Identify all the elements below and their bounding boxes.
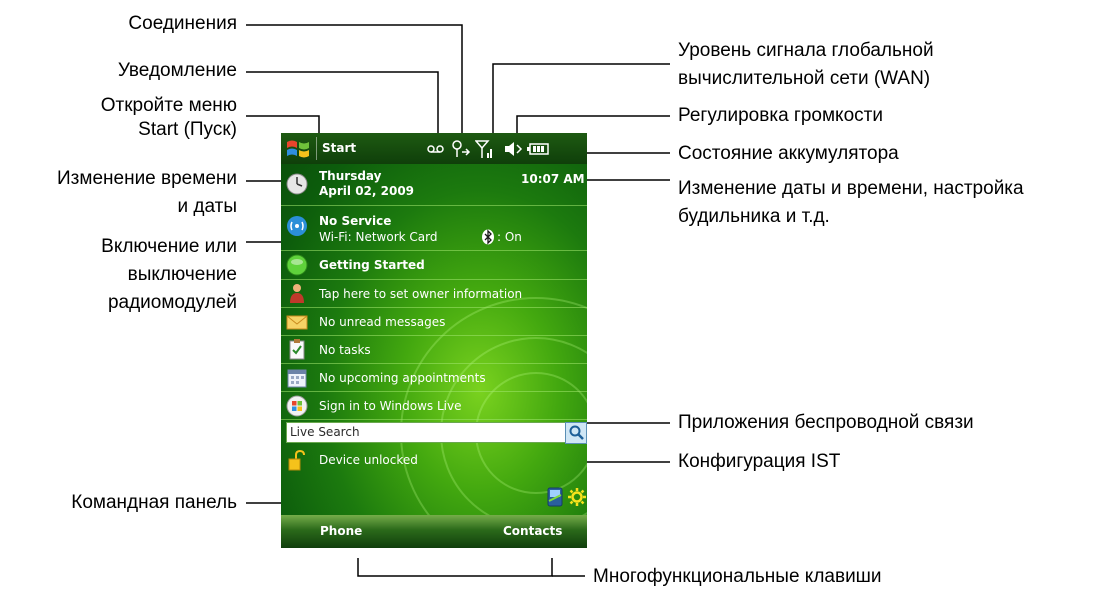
device-screen: Start Thursday April 02, 2009 10:07 AM N… <box>281 133 587 548</box>
owner-icon <box>290 284 304 303</box>
search-button[interactable] <box>565 422 587 444</box>
callout-connections: Соединения <box>128 13 237 34</box>
calendar-icon <box>287 369 307 388</box>
title-bar: Start <box>281 133 587 164</box>
appointments-text: No upcoming appointments <box>319 371 486 385</box>
envelope-icon <box>286 315 308 330</box>
callout-wan-2: вычислительной сети (WAN) <box>678 68 931 89</box>
live-search-placeholder: Live Search <box>290 425 360 439</box>
callout-radio-3: радиомодулей <box>107 292 237 313</box>
globe-icon <box>286 254 308 276</box>
wireless-row[interactable]: No Service Wi-Fi: Network Card : On <box>281 206 587 251</box>
tasks-row[interactable]: No tasks <box>281 336 587 364</box>
service-text: No Service <box>319 214 392 228</box>
owner-text: Tap here to set owner information <box>319 287 523 301</box>
day-text: Thursday <box>319 169 382 183</box>
clock-icon <box>286 173 308 195</box>
callout-notification: Уведомление <box>117 60 237 81</box>
windows-live-text: Sign in to Windows Live <box>319 399 462 413</box>
bluetooth-icon <box>482 229 494 245</box>
callout-battery: Состояние аккумулятора <box>678 143 899 164</box>
callout-wireless-apps: Приложения беспроводной связи <box>678 412 974 433</box>
connectivity-icon[interactable] <box>449 138 471 160</box>
callout-change-time-1: Изменение времени <box>57 168 237 189</box>
messages-text: No unread messages <box>319 315 446 329</box>
windows-live-row[interactable]: Sign in to Windows Live <box>281 392 587 420</box>
callout-date-alarm-2: будильника и т.д. <box>678 206 830 227</box>
date-text: April 02, 2009 <box>319 184 415 198</box>
voicemail-icon[interactable] <box>427 142 445 156</box>
callout-radio-1: Включение или <box>101 236 237 257</box>
signal-icon[interactable] <box>475 138 493 160</box>
callout-change-time-2: и даты <box>177 196 238 217</box>
windows-live-icon <box>286 395 308 417</box>
softkey-phone[interactable]: Phone <box>320 524 362 538</box>
getting-started-row[interactable]: Getting Started <box>281 251 587 280</box>
callout-volume: Регулировка громкости <box>678 105 883 126</box>
wireless-app-icon[interactable] <box>545 486 565 508</box>
bt-status-text: : On <box>497 230 522 244</box>
tasks-text: No tasks <box>319 343 371 357</box>
callout-command-bar: Командная панель <box>71 492 237 513</box>
messages-row[interactable]: No unread messages <box>281 308 587 336</box>
date-time-row[interactable]: Thursday April 02, 2009 10:07 AM <box>281 164 587 206</box>
start-button[interactable]: Start <box>322 141 356 155</box>
battery-icon[interactable] <box>527 142 549 156</box>
owner-row[interactable]: Tap here to set owner information <box>281 280 587 308</box>
device-unlocked-row[interactable]: Device unlocked <box>281 447 587 474</box>
soft-key-bar: Phone Contacts <box>281 515 587 548</box>
getting-started-text: Getting Started <box>319 258 425 272</box>
device-unlocked-text: Device unlocked <box>319 453 418 467</box>
wifi-text: Wi-Fi: Network Card <box>319 230 438 244</box>
gear-icon[interactable] <box>567 487 587 507</box>
time-text[interactable]: 10:07 AM <box>521 172 585 186</box>
tasks-icon <box>289 339 305 360</box>
callout-ist-config: Конфигурация IST <box>678 451 841 472</box>
callout-open-start-1: Откройте меню <box>100 95 237 116</box>
lock-icon <box>288 450 305 471</box>
wireless-icon <box>287 216 307 236</box>
softkey-contacts[interactable]: Contacts <box>503 524 562 538</box>
windows-flag-icon[interactable] <box>285 137 311 161</box>
callout-radio-2: выключение <box>127 264 237 285</box>
callout-wan-1: Уровень сигнала глобальной <box>678 40 934 61</box>
speaker-icon[interactable] <box>503 140 523 158</box>
live-search-input[interactable]: Live Search <box>286 422 566 443</box>
appointments-row[interactable]: No upcoming appointments <box>281 364 587 392</box>
callout-soft-keys: Многофункциональные клавиши <box>593 566 882 587</box>
callout-date-alarm-1: Изменение даты и времени, настройка <box>678 178 1024 199</box>
search-icon <box>569 425 584 440</box>
callout-open-start-2: Start (Пуск) <box>138 119 237 140</box>
